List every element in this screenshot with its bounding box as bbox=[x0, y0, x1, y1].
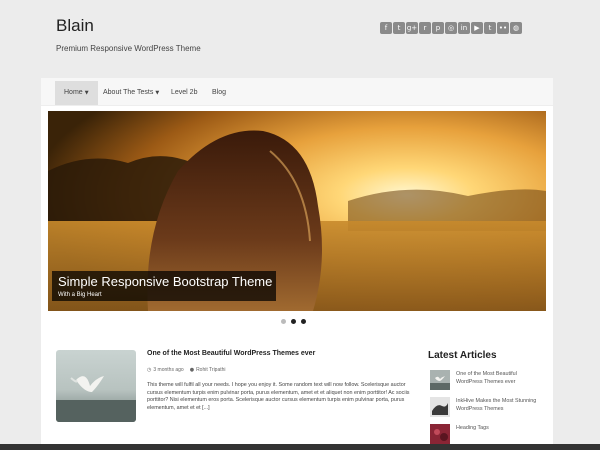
post-author-text: Rohit Tripathi bbox=[196, 367, 226, 373]
article-title[interactable]: One of the Most Beautiful WordPress Them… bbox=[456, 370, 540, 386]
page-bottom-bar bbox=[0, 444, 600, 450]
clock-icon: ◷ bbox=[147, 367, 152, 373]
slider-pagination bbox=[281, 319, 306, 324]
main-container: Home ▼ About The Tests ▼ Level 2b Blog S… bbox=[41, 78, 553, 450]
caret-down-icon: ▼ bbox=[155, 90, 160, 96]
tumblr-icon[interactable]: t bbox=[484, 22, 496, 34]
twitter-icon[interactable]: t bbox=[393, 22, 405, 34]
post-title[interactable]: One of the Most Beautiful WordPress Them… bbox=[147, 350, 315, 357]
post-excerpt: This theme will fulfil all your needs. I… bbox=[147, 382, 410, 411]
article-thumbnail[interactable] bbox=[430, 370, 450, 390]
article-title[interactable]: InkHive Makes the Most Stunning WordPres… bbox=[456, 397, 540, 413]
post-meta: ◷ 3 months ago ● Rohit Tripathi bbox=[147, 367, 226, 373]
dribbble-icon[interactable]: ◍ bbox=[510, 22, 522, 34]
sidebar-article[interactable]: Heading Tags bbox=[430, 424, 540, 444]
linkedin-icon[interactable]: in bbox=[458, 22, 470, 34]
rss-icon[interactable]: r bbox=[419, 22, 431, 34]
article-thumbnail[interactable] bbox=[430, 424, 450, 444]
caret-down-icon: ▼ bbox=[84, 90, 89, 96]
nav-item-about-the-tests[interactable]: About The Tests ▼ bbox=[94, 81, 168, 105]
nav-item-label: Blog bbox=[212, 89, 227, 96]
article-title[interactable]: Heading Tags bbox=[456, 424, 540, 432]
sidebar-title: Latest Articles bbox=[428, 350, 497, 361]
hero-slider[interactable]: Simple Responsive Bootstrap Theme With a… bbox=[48, 111, 546, 311]
nav-item-label: Level 2b bbox=[171, 89, 198, 96]
social-icons: f t g+ r p ◎ in ▶ t •• ◍ bbox=[380, 22, 522, 34]
sidebar-article[interactable]: InkHive Makes the Most Stunning WordPres… bbox=[430, 397, 540, 417]
slider-dot[interactable] bbox=[301, 319, 306, 324]
instagram-icon[interactable]: ◎ bbox=[445, 22, 457, 34]
post-author[interactable]: ● Rohit Tripathi bbox=[190, 367, 226, 373]
nav-item-label: About The Tests bbox=[103, 89, 154, 96]
nav-item-home[interactable]: Home ▼ bbox=[55, 81, 98, 105]
slide-caption-title[interactable]: Simple Responsive Bootstrap Theme bbox=[58, 274, 272, 290]
nav-item-level-2b[interactable]: Level 2b bbox=[162, 81, 206, 105]
slider-dot[interactable] bbox=[281, 319, 286, 324]
article-thumbnail[interactable] bbox=[430, 397, 450, 417]
flickr-icon[interactable]: •• bbox=[497, 22, 509, 34]
post-date-text: 3 months ago bbox=[153, 367, 184, 373]
google-plus-icon[interactable]: g+ bbox=[406, 22, 418, 34]
post-date: ◷ 3 months ago bbox=[147, 367, 184, 373]
post-thumbnail[interactable] bbox=[56, 350, 136, 422]
slider-dot[interactable] bbox=[291, 319, 296, 324]
sidebar-article[interactable]: One of the Most Beautiful WordPress Them… bbox=[430, 370, 540, 390]
user-icon: ● bbox=[189, 367, 195, 373]
youtube-icon[interactable]: ▶ bbox=[471, 22, 483, 34]
facebook-icon[interactable]: f bbox=[380, 22, 392, 34]
slide-caption-subtitle: With a Big Heart bbox=[58, 292, 102, 298]
pinterest-icon[interactable]: p bbox=[432, 22, 444, 34]
main-nav: Home ▼ About The Tests ▼ Level 2b Blog bbox=[41, 78, 553, 106]
site-title[interactable]: Blain bbox=[56, 16, 94, 36]
nav-item-blog[interactable]: Blog bbox=[203, 81, 235, 105]
site-tagline: Premium Responsive WordPress Theme bbox=[56, 44, 201, 53]
nav-item-label: Home bbox=[64, 89, 83, 96]
slide-caption: Simple Responsive Bootstrap Theme With a… bbox=[52, 271, 277, 301]
